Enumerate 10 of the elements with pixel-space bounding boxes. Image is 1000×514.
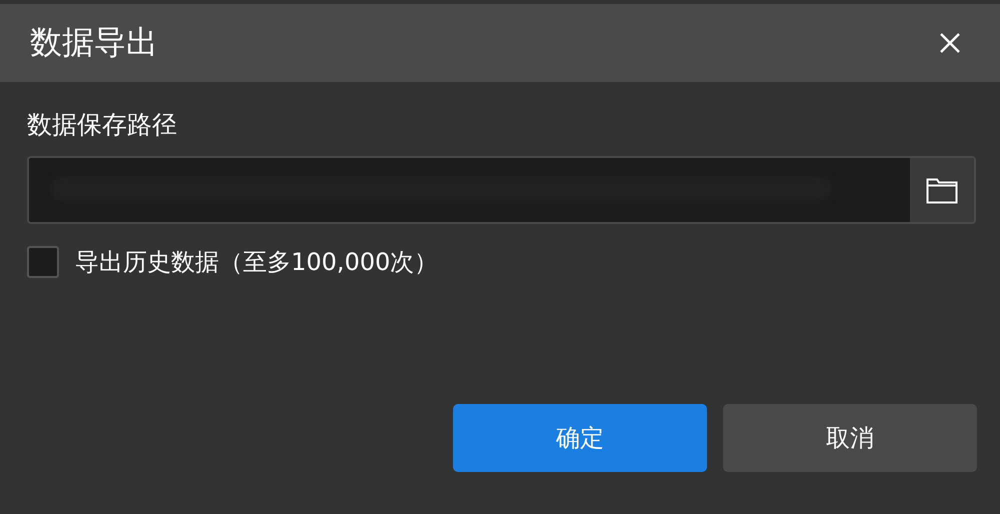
checkbox[interactable] — [27, 246, 59, 278]
window-title: 数据导出 — [30, 22, 158, 63]
checkbox-label: 导出历史数据（至多100,000次） — [75, 247, 438, 278]
confirm-button[interactable]: 确定 — [453, 404, 707, 472]
cancel-button[interactable]: 取消 — [723, 404, 977, 472]
path-field[interactable] — [27, 156, 976, 224]
close-icon[interactable] — [938, 31, 962, 55]
browse-button[interactable] — [910, 158, 974, 222]
folder-icon — [926, 176, 958, 204]
field-label: 数据保存路径 — [27, 109, 177, 141]
